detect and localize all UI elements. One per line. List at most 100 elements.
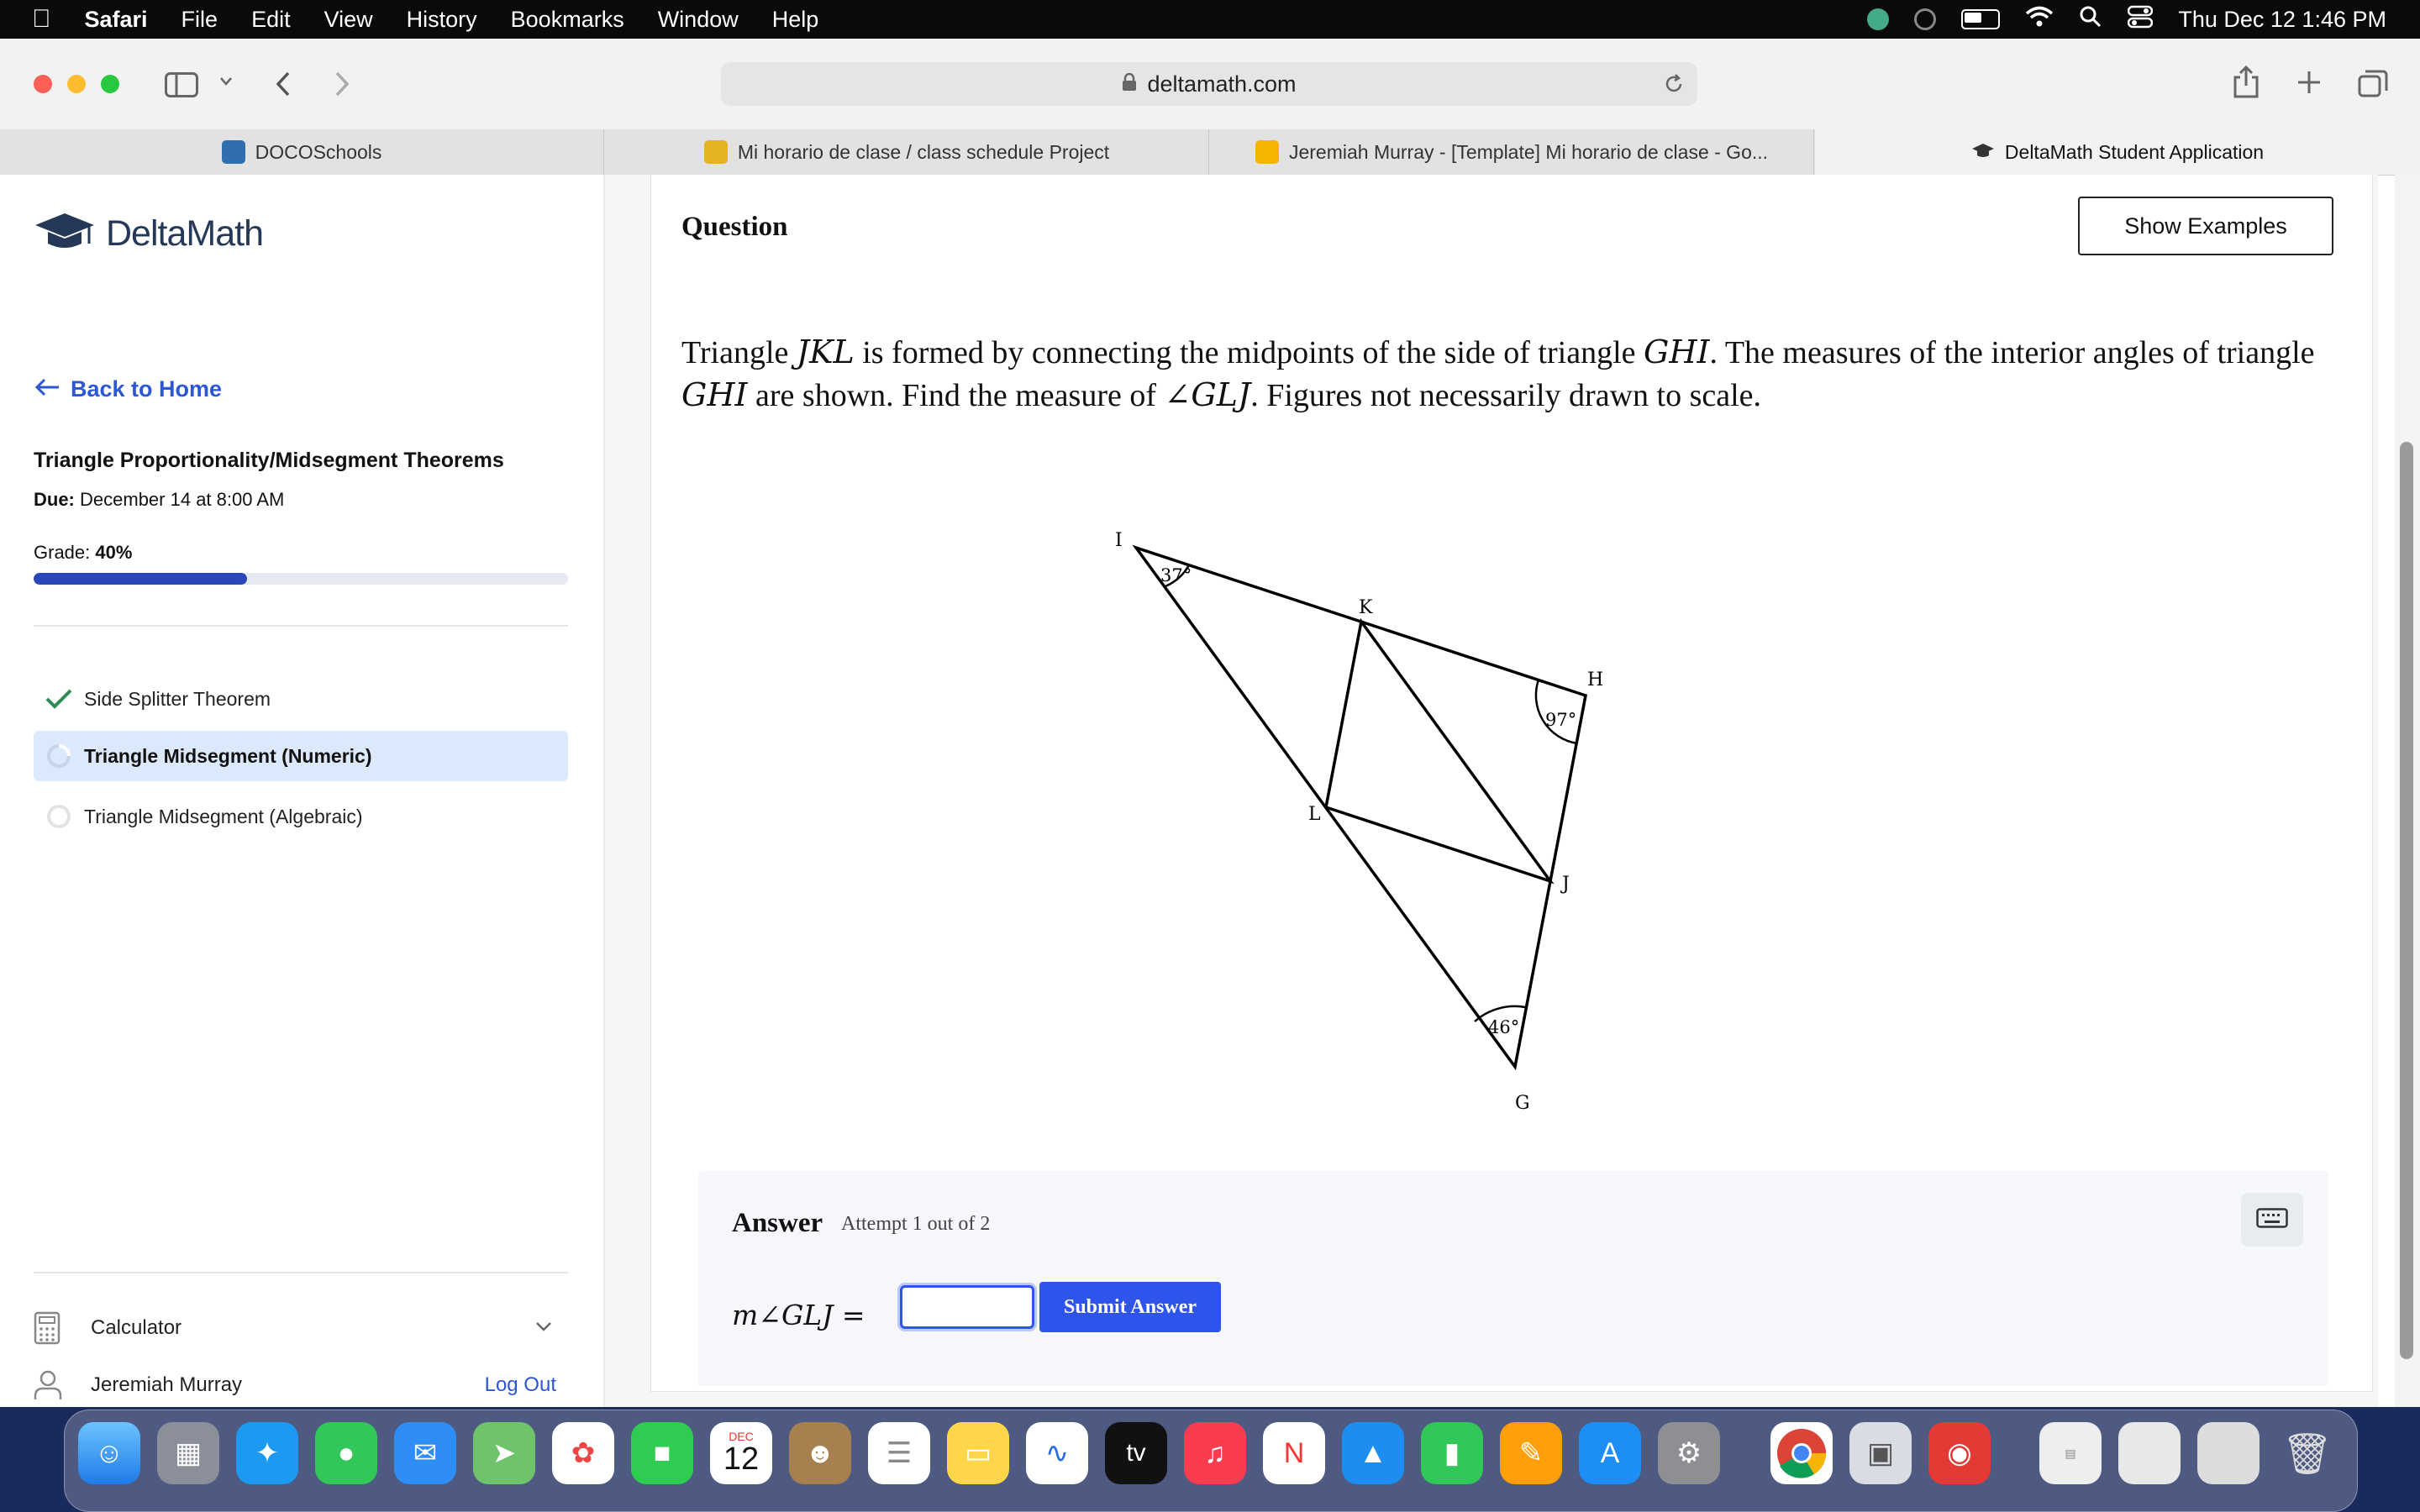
apple-tv-icon[interactable]: tv (1105, 1422, 1167, 1484)
spotlight-search-icon[interactable] (2079, 5, 2102, 34)
share-icon[interactable] (2232, 65, 2260, 103)
safari-icon[interactable]: ✦ (236, 1422, 298, 1484)
dock: ☺ ▦ ✦ ● ✉ ➤ ✿ ■ DEC 12 ☻ ☰ ▭ ∿ tv ♫ N ▲ … (64, 1410, 2358, 1512)
menu-bookmarks[interactable]: Bookmarks (511, 7, 624, 33)
angle-label-i: 37° (1160, 565, 1192, 585)
keyboard-icon (2256, 1207, 2288, 1232)
recent-window-icon[interactable] (2197, 1422, 2260, 1484)
photo-booth-icon[interactable]: ◉ (1928, 1422, 1991, 1484)
preview-icon[interactable]: ▣ (1849, 1422, 1912, 1484)
skill-item-midsegment-algebraic[interactable]: Triangle Midsegment (Algebraic) (34, 793, 568, 840)
minimize-window-button[interactable] (67, 75, 86, 93)
due-value: December 14 at 8:00 AM (80, 489, 285, 510)
chrome-icon[interactable] (1770, 1422, 1833, 1484)
music-icon[interactable]: ♫ (1184, 1422, 1246, 1484)
back-to-home-link[interactable]: Back to Home (34, 376, 222, 402)
mail-icon[interactable]: ✉ (394, 1422, 456, 1484)
skill-label: Triangle Midsegment (Algebraic) (84, 805, 363, 827)
news-icon[interactable]: N (1263, 1422, 1325, 1484)
deltamath-logo[interactable]: DeltaMath (34, 210, 264, 258)
menu-help[interactable]: Help (772, 7, 819, 33)
facetime-icon[interactable]: ■ (631, 1422, 693, 1484)
answer-input[interactable] (900, 1285, 1034, 1329)
sidebar-toggle-icon[interactable] (165, 72, 198, 102)
keyboard-toggle-button[interactable] (2241, 1193, 2303, 1247)
back-arrow-icon[interactable] (274, 71, 292, 102)
recent-window-icon[interactable] (2118, 1422, 2181, 1484)
divider (34, 1272, 568, 1273)
tab-class-schedule[interactable]: Mi horario de clase / class schedule Pro… (605, 129, 1209, 175)
divider (34, 625, 568, 627)
reload-icon[interactable] (1662, 72, 1686, 102)
skill-item-side-splitter[interactable]: Side Splitter Theorem (34, 675, 568, 722)
calendar-icon[interactable]: DEC 12 (710, 1422, 772, 1484)
grade-label: Grade: (34, 542, 91, 563)
browser-toolbar: deltamath.com (0, 39, 2420, 130)
notes-icon[interactable]: ▭ (947, 1422, 1009, 1484)
chevron-down-icon[interactable] (218, 76, 234, 92)
vertex-label-l: L (1308, 804, 1321, 825)
close-window-button[interactable] (34, 75, 52, 93)
zoom-window-button[interactable] (101, 75, 119, 93)
tab-label: DeltaMath Student Application (2004, 140, 2265, 163)
messages-icon[interactable]: ● (315, 1422, 377, 1484)
contacts-icon[interactable]: ☻ (789, 1422, 851, 1484)
trash-icon[interactable]: 🗑 (2276, 1422, 2338, 1484)
tab-docoschools[interactable]: DOCOSchools (0, 129, 604, 175)
tab-label: DOCOSchools (255, 140, 382, 163)
submit-answer-button[interactable]: Submit Answer (1039, 1282, 1221, 1332)
forward-arrow-icon[interactable] (333, 71, 351, 102)
vpn-icon[interactable] (1867, 8, 1890, 30)
vertex-label-i: I (1115, 530, 1123, 551)
attempt-counter: Attempt 1 out of 2 (841, 1213, 991, 1235)
system-settings-icon[interactable]: ⚙ (1658, 1422, 1720, 1484)
calculator-toggle[interactable]: Calculator (34, 1309, 568, 1347)
apple-icon[interactable]:  (32, 5, 51, 34)
logout-link[interactable]: Log Out (485, 1373, 556, 1397)
scrollbar-thumb[interactable] (2400, 442, 2413, 1359)
triangle-jkl (1323, 617, 1555, 885)
menu-edit[interactable]: Edit (251, 7, 291, 33)
menu-window[interactable]: Window (658, 7, 739, 33)
battery-icon[interactable] (1961, 9, 2001, 29)
angle-label-g: 46° (1488, 1017, 1519, 1037)
grade-progress-fill (34, 573, 248, 585)
calendar-day: 12 (723, 1441, 760, 1477)
maps-icon[interactable]: ➤ (473, 1422, 535, 1484)
menubar-clock[interactable]: Thu Dec 12 1:46 PM (2178, 7, 2386, 33)
triangle-figure: I K H L J G 37° 97° 46° (1115, 530, 1603, 1114)
menu-history[interactable]: History (407, 7, 477, 33)
show-examples-button[interactable]: Show Examples (2078, 197, 2333, 255)
address-bar[interactable]: deltamath.com (721, 62, 1697, 106)
tab-overview-icon[interactable] (2358, 69, 2388, 102)
calculator-icon (34, 1311, 91, 1345)
airdrop-icon[interactable] (1914, 8, 1937, 30)
launchpad-icon[interactable]: ▦ (157, 1422, 219, 1484)
menu-view[interactable]: View (324, 7, 373, 33)
app-store-icon[interactable]: A (1579, 1422, 1641, 1484)
docx-file-icon[interactable]: ▤ (2039, 1422, 2102, 1484)
tv-label: tv (1126, 1439, 1146, 1467)
numbers-icon[interactable]: ▮ (1421, 1422, 1483, 1484)
tab-slides-template[interactable]: Jeremiah Murray - [Template] Mi horario … (1210, 129, 1814, 175)
reminders-icon[interactable]: ☰ (868, 1422, 930, 1484)
wifi-icon[interactable] (2025, 6, 2054, 34)
answer-prompt: m∠GLJ = (732, 1299, 865, 1332)
calendar-month: DEC (729, 1430, 754, 1443)
slides-favicon-icon (1255, 140, 1279, 164)
menu-safari[interactable]: Safari (85, 7, 148, 33)
new-tab-icon[interactable] (2296, 69, 2323, 100)
pages-icon[interactable]: ✎ (1500, 1422, 1562, 1484)
control-center-icon[interactable] (2128, 5, 2154, 34)
menu-file[interactable]: File (182, 7, 218, 33)
menu-bar:  Safari File Edit View History Bookmark… (0, 0, 2420, 39)
keynote-icon[interactable]: ▲ (1342, 1422, 1404, 1484)
finder-icon[interactable]: ☺ (78, 1422, 140, 1484)
grade: Grade: 40% (34, 542, 132, 564)
user-row: Jeremiah Murray Log Out (34, 1366, 568, 1404)
photos-icon[interactable]: ✿ (552, 1422, 614, 1484)
tab-deltamath[interactable]: DeltaMath Student Application (1815, 129, 2420, 175)
skill-item-midsegment-numeric[interactable]: Triangle Midsegment (Numeric) (34, 731, 568, 781)
lock-icon (1122, 71, 1137, 97)
freeform-icon[interactable]: ∿ (1026, 1422, 1088, 1484)
